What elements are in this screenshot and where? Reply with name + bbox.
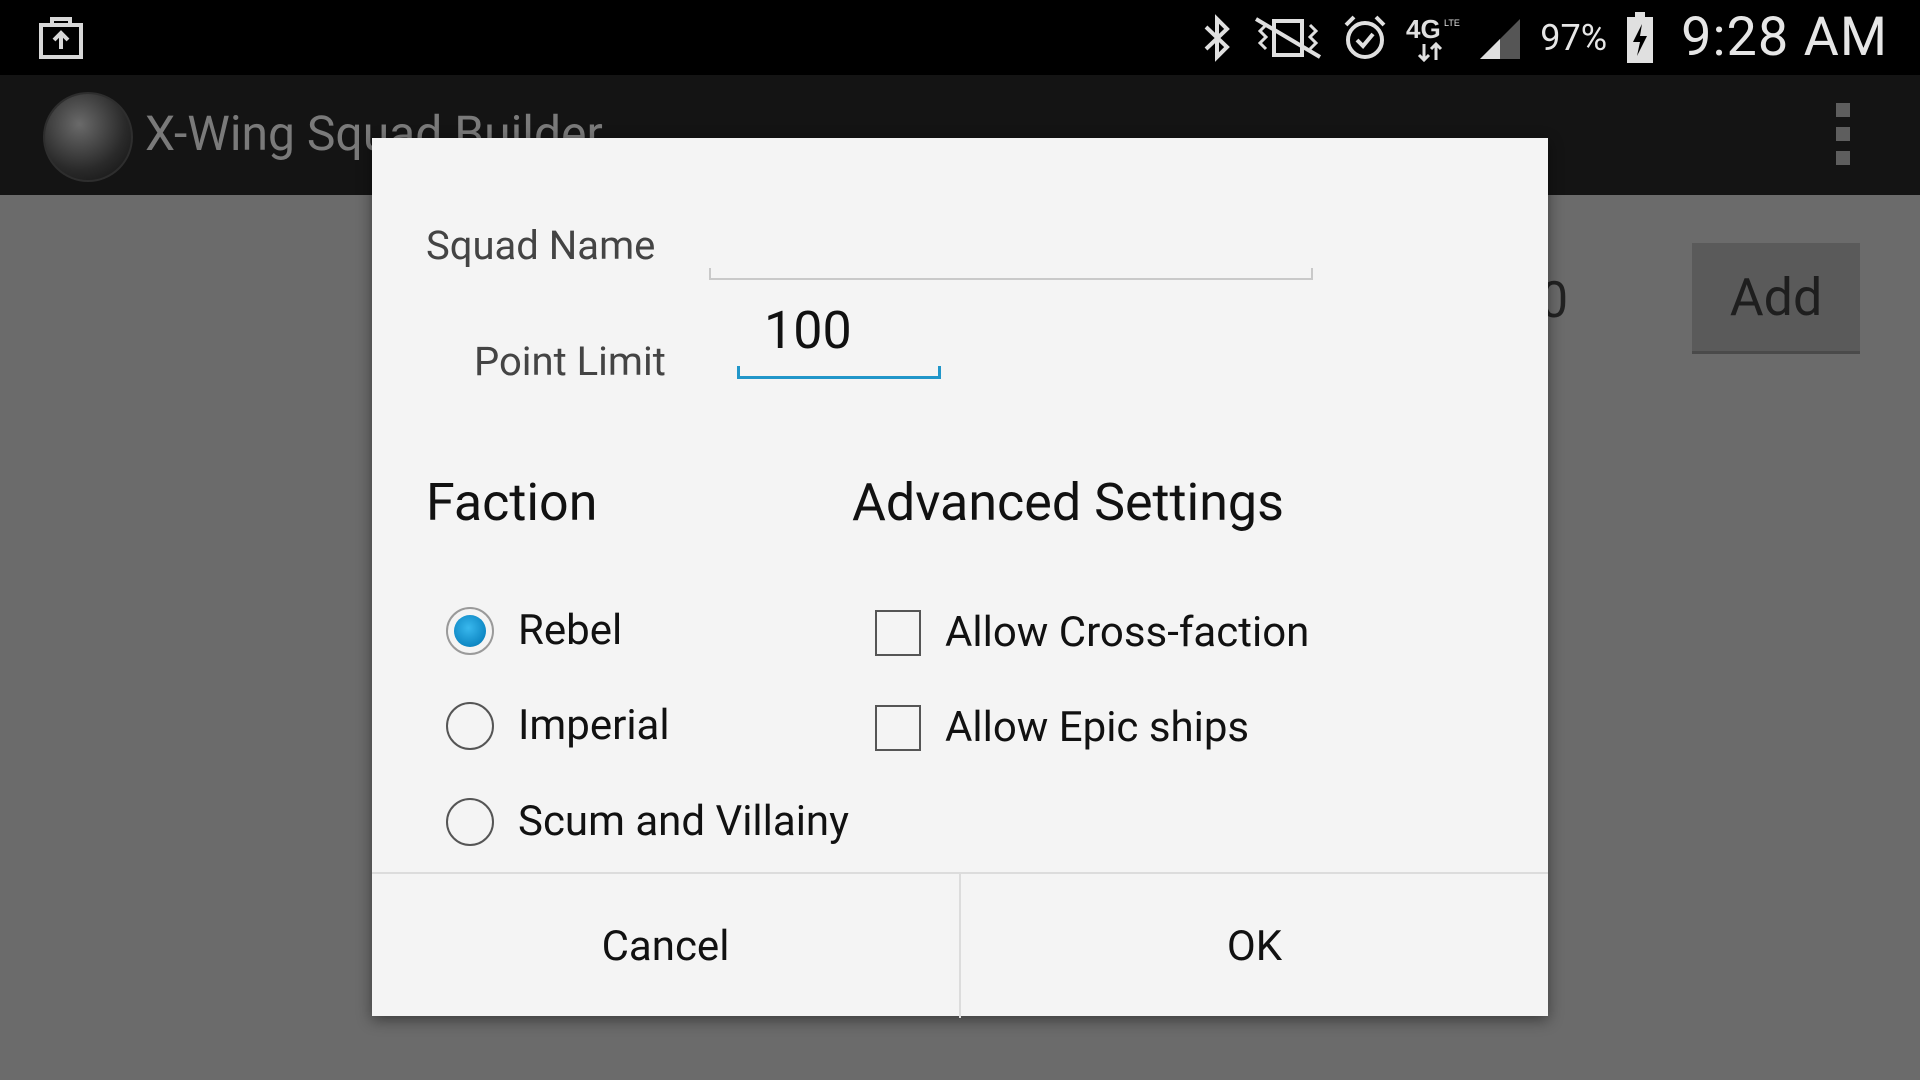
radio-label-rebel: Rebel [518, 606, 623, 655]
faction-option-imperial[interactable]: Imperial [446, 701, 670, 750]
radio-label-imperial: Imperial [518, 701, 670, 750]
radio-scum[interactable] [446, 797, 494, 846]
point-limit-value: 100 [764, 300, 852, 361]
radio-imperial[interactable] [446, 701, 494, 750]
squad-name-input[interactable] [709, 248, 1313, 280]
dialog-button-bar: Cancel OK [372, 872, 1548, 1018]
allow-epic-ships-label: Allow Epic ships [945, 703, 1250, 752]
point-limit-input[interactable]: 100 [737, 298, 941, 379]
svg-text:LTE: LTE [1444, 18, 1460, 28]
ok-button[interactable]: OK [959, 874, 1548, 1018]
overflow-menu-icon[interactable] [1836, 103, 1852, 167]
signal-icon [1480, 18, 1521, 59]
allow-epic-ships-option[interactable]: Allow Epic ships [875, 703, 1249, 752]
bluetooth-icon [1204, 13, 1231, 62]
radio-label-scum: Scum and Villainy [518, 797, 849, 846]
battery-icon [1627, 11, 1654, 63]
radio-rebel[interactable] [446, 606, 494, 655]
allow-cross-faction-checkbox[interactable] [875, 609, 921, 656]
bag-icon [39, 17, 83, 59]
new-squad-dialog: Squad Name Point Limit 100 Faction Advan… [372, 138, 1548, 1018]
point-limit-label: Point Limit [474, 338, 666, 385]
faction-heading: Faction [426, 472, 598, 533]
battery-percent: 97% [1540, 16, 1608, 59]
xwing-logo [43, 92, 133, 182]
allow-epic-ships-checkbox[interactable] [875, 704, 921, 751]
4g-lte-icon: 4G LTE [1406, 14, 1460, 62]
advanced-settings-heading: Advanced Settings [852, 472, 1284, 533]
alarm-icon [1344, 15, 1386, 59]
faction-option-rebel[interactable]: Rebel [446, 606, 622, 655]
add-button[interactable]: Add [1692, 243, 1860, 354]
allow-cross-faction-option[interactable]: Allow Cross-faction [875, 608, 1309, 657]
faction-option-scum[interactable]: Scum and Villainy [446, 797, 849, 846]
cancel-button[interactable]: Cancel [372, 874, 959, 1018]
allow-cross-faction-label: Allow Cross-faction [945, 608, 1310, 657]
status-bar: 4G LTE 97% 9:28 AM [0, 0, 1920, 75]
svg-text:4G: 4G [1406, 14, 1441, 44]
squad-name-label: Squad Name [426, 222, 656, 269]
vibrate-icon [1255, 16, 1322, 59]
clock: 9:28 AM [1681, 6, 1888, 69]
